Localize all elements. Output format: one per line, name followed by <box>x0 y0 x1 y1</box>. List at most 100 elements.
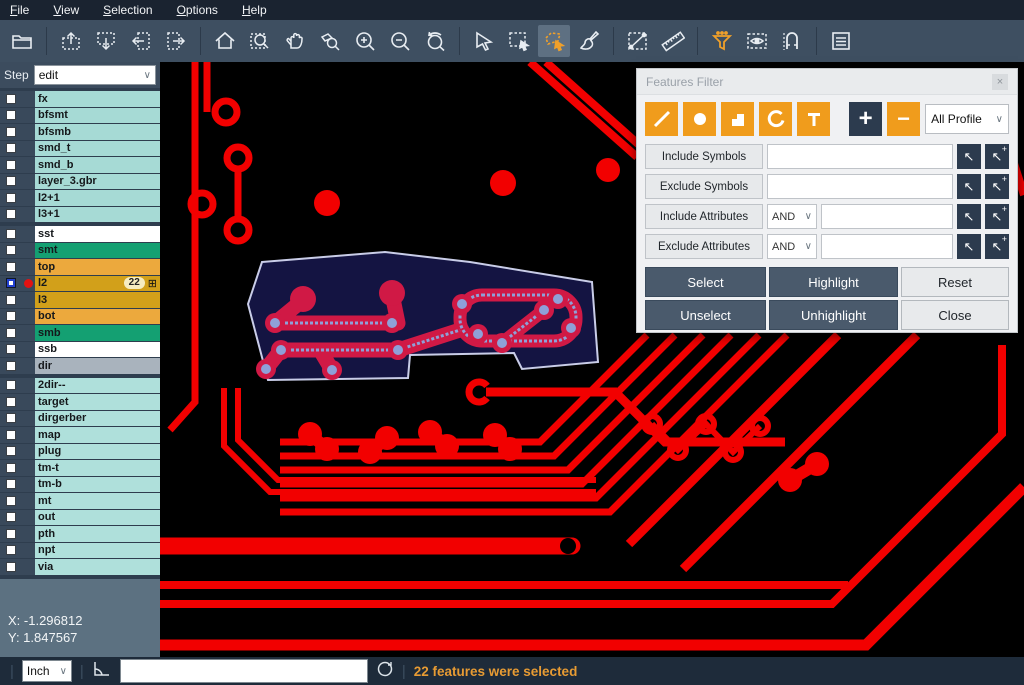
layer-row[interactable]: mt <box>0 493 160 509</box>
add-filter-button[interactable]: + <box>849 102 882 136</box>
refresh-icon[interactable] <box>376 660 394 683</box>
pick-from-screen-button[interactable]: ↖ <box>957 234 981 259</box>
include-symbols-input[interactable] <box>767 144 953 169</box>
layer-name[interactable]: dirgerber <box>35 411 160 427</box>
exclude-symbols-button[interactable]: Exclude Symbols <box>645 174 763 199</box>
pick-add-from-screen-button[interactable]: ↖+ <box>985 234 1009 259</box>
home-icon[interactable] <box>209 25 241 57</box>
layer-name[interactable]: l2+1 <box>35 190 160 206</box>
layer-name[interactable]: map <box>35 427 160 443</box>
pan-down-icon[interactable] <box>90 25 122 57</box>
layer-name[interactable]: out <box>35 510 160 526</box>
layer-visibility-checkbox[interactable] <box>0 342 22 358</box>
layer-row[interactable]: pth <box>0 526 160 542</box>
layer-visibility-checkbox[interactable] <box>0 124 22 140</box>
layer-visibility-checkbox[interactable] <box>0 292 22 308</box>
layer-row[interactable]: plug <box>0 444 160 460</box>
layer-visibility-checkbox[interactable] <box>0 174 22 190</box>
layer-name[interactable]: dir <box>35 358 160 374</box>
layer-visibility-checkbox[interactable] <box>0 559 22 575</box>
layer-visibility-checkbox[interactable] <box>0 510 22 526</box>
pan-left-icon[interactable] <box>125 25 157 57</box>
layer-row[interactable]: dir <box>0 358 160 374</box>
exclude-attributes-button[interactable]: Exclude Attributes <box>645 234 763 259</box>
pan-hand-icon[interactable] <box>279 25 311 57</box>
layer-visibility-checkbox[interactable] <box>0 543 22 559</box>
layer-visibility-checkbox[interactable] <box>0 477 22 493</box>
pick-add-from-screen-button[interactable]: ↖+ <box>985 144 1009 169</box>
layer-visibility-checkbox[interactable] <box>0 460 22 476</box>
layer-visibility-checkbox[interactable] <box>0 207 22 223</box>
pick-add-from-screen-button[interactable]: ↖+ <box>985 174 1009 199</box>
pick-from-screen-button[interactable]: ↖ <box>957 144 981 169</box>
select-button[interactable]: Select <box>645 267 766 297</box>
layer-visibility-checkbox[interactable] <box>0 141 22 157</box>
layer-row[interactable]: map <box>0 427 160 443</box>
polygon-select-icon[interactable] <box>538 25 570 57</box>
layer-row[interactable]: out <box>0 510 160 526</box>
layer-visibility-checkbox[interactable] <box>0 526 22 542</box>
layer-name[interactable]: l3+1 <box>35 207 160 223</box>
measure-icon[interactable] <box>622 25 654 57</box>
layer-row[interactable]: bot <box>0 309 160 325</box>
layer-name[interactable]: 2dir-- <box>35 378 160 394</box>
zoom-in-icon[interactable] <box>349 25 381 57</box>
layer-row[interactable]: layer_3.gbr <box>0 174 160 190</box>
layer-row[interactable]: dirgerber <box>0 411 160 427</box>
layer-row[interactable]: sst <box>0 226 160 242</box>
include-attributes-input[interactable] <box>821 204 953 229</box>
layer-name[interactable]: target <box>35 394 160 410</box>
layer-row[interactable]: tm-t <box>0 460 160 476</box>
layer-name[interactable]: bot <box>35 309 160 325</box>
ruler-icon[interactable] <box>657 25 689 57</box>
layer-name[interactable]: ssb <box>35 342 160 358</box>
exclude-attributes-and-select[interactable]: AND∨ <box>767 234 817 259</box>
layer-row[interactable]: 2dir-- <box>0 378 160 394</box>
layer-row[interactable]: smd_t <box>0 141 160 157</box>
profile-select[interactable]: All Profile ∨ <box>925 104 1009 134</box>
command-input[interactable] <box>120 659 368 683</box>
layer-row-selected[interactable]: l2 22 ⊞ <box>0 276 160 292</box>
include-attributes-and-select[interactable]: AND∨ <box>767 204 817 229</box>
layer-name[interactable]: mt <box>35 493 160 509</box>
menu-options[interactable]: Options <box>177 3 218 17</box>
brush-icon[interactable] <box>573 25 605 57</box>
layer-row[interactable]: bfsmt <box>0 108 160 124</box>
unhighlight-button[interactable]: Unhighlight <box>769 300 898 330</box>
exclude-symbols-input[interactable] <box>767 174 953 199</box>
layer-row[interactable]: ssb <box>0 342 160 358</box>
menu-help[interactable]: Help <box>242 3 267 17</box>
layer-name[interactable]: top <box>35 259 160 275</box>
include-attributes-button[interactable]: Include Attributes <box>645 204 763 229</box>
surface-icon[interactable] <box>721 102 754 136</box>
filter-icon[interactable] <box>706 25 738 57</box>
layer-name[interactable]: fx <box>35 91 160 107</box>
layer-name[interactable]: bfsmb <box>35 124 160 140</box>
layer-visibility-checkbox[interactable] <box>0 325 22 341</box>
menu-file[interactable]: File <box>10 3 29 17</box>
menu-selection[interactable]: Selection <box>103 3 152 17</box>
layer-row[interactable]: target <box>0 394 160 410</box>
layer-row[interactable]: tm-b <box>0 477 160 493</box>
zoom-object-icon[interactable] <box>314 25 346 57</box>
open-folder-icon[interactable] <box>6 25 38 57</box>
layer-row[interactable]: via <box>0 559 160 575</box>
layer-visibility-checkbox[interactable] <box>0 108 22 124</box>
layer-name[interactable]: tm-b <box>35 477 160 493</box>
view-eye-icon[interactable] <box>741 25 773 57</box>
layer-visibility-checkbox[interactable] <box>0 226 22 242</box>
layer-name[interactable]: layer_3.gbr <box>35 174 160 190</box>
layer-row[interactable]: l3 <box>0 292 160 308</box>
grid-icon[interactable]: ⊞ <box>148 277 157 290</box>
zoom-out-icon[interactable] <box>384 25 416 57</box>
layer-name[interactable]: via <box>35 559 160 575</box>
layer-name[interactable]: sst <box>35 226 160 242</box>
layer-visibility-checkbox[interactable] <box>0 427 22 443</box>
close-icon[interactable]: × <box>992 74 1008 90</box>
rect-select-icon[interactable] <box>503 25 535 57</box>
layer-visibility-checkbox[interactable] <box>0 411 22 427</box>
layer-row[interactable]: top <box>0 259 160 275</box>
exclude-attributes-input[interactable] <box>821 234 953 259</box>
pick-from-screen-button[interactable]: ↖ <box>957 174 981 199</box>
layer-visibility-checkbox[interactable] <box>0 358 22 374</box>
